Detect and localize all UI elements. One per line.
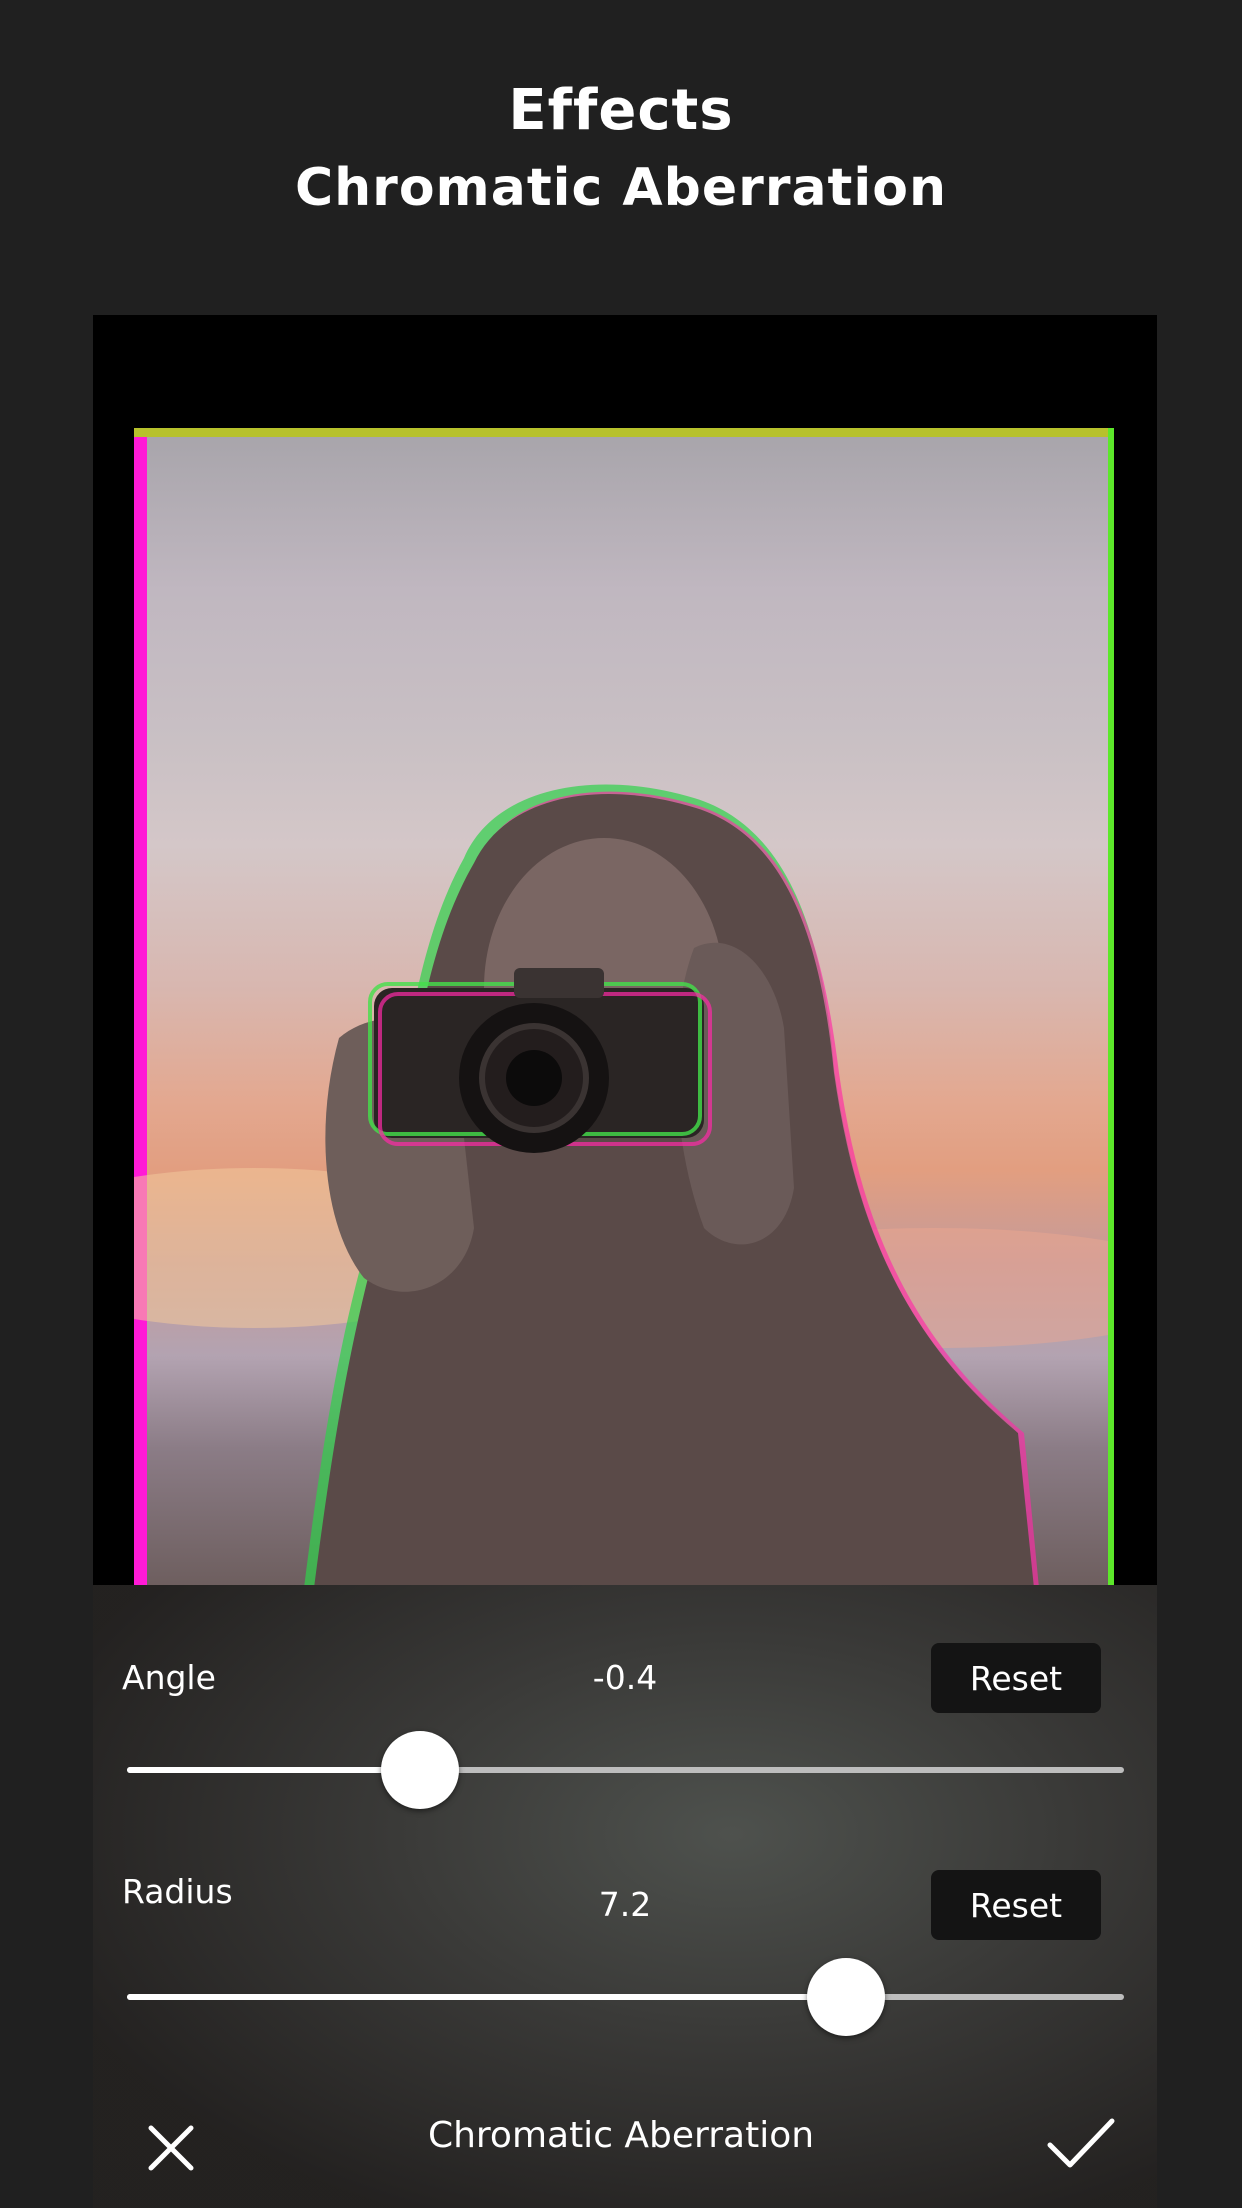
page-title: Effects — [508, 78, 734, 143]
radius-reset-button[interactable]: Reset — [931, 1870, 1101, 1940]
angle-slider-fill — [127, 1767, 421, 1773]
effect-name: Chromatic Aberration — [295, 158, 947, 218]
radius-slider-fill — [127, 1994, 846, 2000]
header: Effects Chromatic Aberration — [0, 0, 1242, 315]
angle-reset-button[interactable]: Reset — [931, 1643, 1101, 1713]
photo-preview[interactable] — [134, 428, 1114, 1588]
angle-value: -0.4 — [592, 1658, 658, 1697]
radius-label: Radius — [122, 1872, 233, 1911]
checkmark-icon[interactable] — [1040, 2103, 1120, 2183]
angle-label: Angle — [122, 1658, 216, 1697]
angle-slider-track[interactable] — [127, 1767, 1124, 1773]
radius-slider-thumb[interactable] — [806, 1958, 885, 2036]
radius-value: 7.2 — [598, 1885, 652, 1924]
radius-slider-track[interactable] — [127, 1994, 1124, 2000]
angle-slider-thumb[interactable] — [381, 1731, 460, 1809]
photo-subject — [134, 784, 1114, 1588]
